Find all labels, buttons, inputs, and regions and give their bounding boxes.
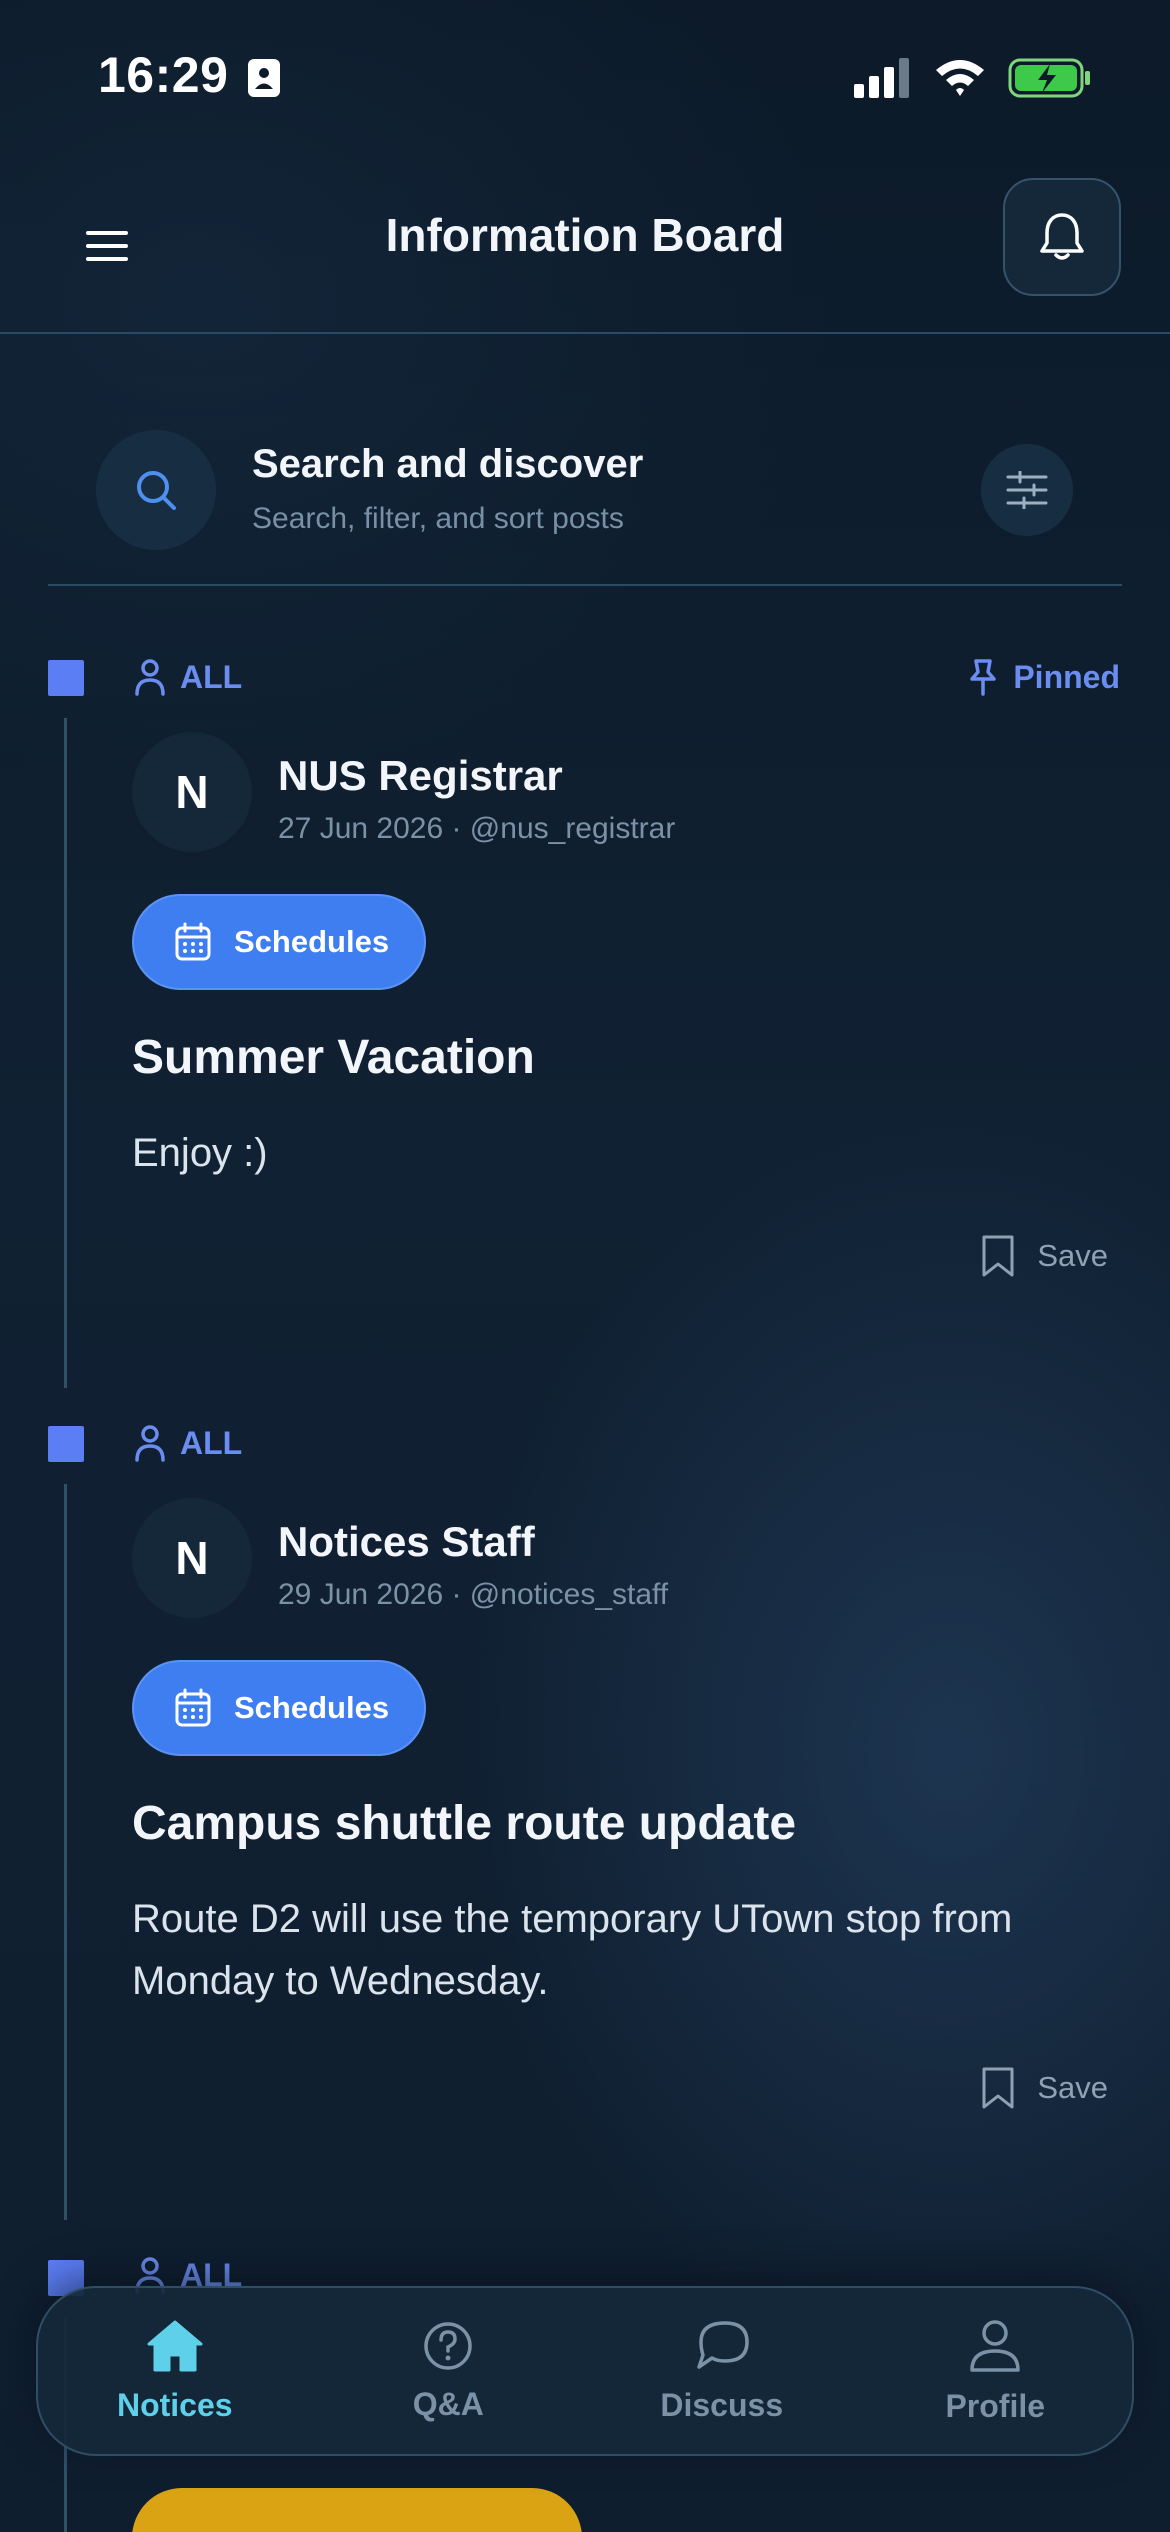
app-header: Information Board	[0, 150, 1170, 334]
category-tag-label: Schedules	[234, 1690, 390, 1725]
audience-label: ALL	[134, 658, 242, 696]
bell-icon	[1040, 213, 1084, 260]
search-button[interactable]	[96, 430, 216, 550]
sliders-icon	[1006, 471, 1048, 509]
pin-icon	[970, 659, 997, 696]
nav-qa-label: Q&A	[412, 2385, 484, 2422]
nav-qa[interactable]: Q&A	[312, 2288, 586, 2454]
nav-notices[interactable]: Notices	[38, 2288, 312, 2454]
bottom-nav: Notices Q&A Discuss Profile	[36, 2286, 1134, 2456]
timeline-marker	[48, 660, 84, 696]
author-name[interactable]: NUS Registrar	[278, 752, 563, 800]
timeline-line	[64, 1484, 67, 2220]
wifi-icon	[936, 60, 984, 96]
audience-text: ALL	[180, 658, 243, 695]
audience-text: ALL	[180, 1424, 243, 1461]
timeline-marker	[48, 1426, 84, 1462]
post-title[interactable]: Campus shuttle route update	[132, 1796, 796, 1851]
nav-discuss[interactable]: Discuss	[585, 2288, 859, 2454]
category-tag[interactable]: Schedules	[132, 1660, 426, 1756]
question-icon	[424, 2321, 472, 2370]
status-bar: 16:29	[0, 0, 1170, 150]
pinned-badge: Pinned	[967, 658, 1120, 696]
pinned-text: Pinned	[1013, 658, 1120, 695]
bookmark-icon	[982, 2067, 1014, 2109]
avatar[interactable]: N	[132, 732, 252, 852]
person-icon	[135, 1425, 165, 1462]
search-subtitle: Search, filter, and sort posts	[252, 502, 624, 535]
post-body: Enjoy :)	[132, 1131, 268, 1175]
post-title[interactable]: Summer Vacation	[132, 1030, 535, 1085]
save-button[interactable]: Save	[981, 2066, 1108, 2110]
page-title: Information Board	[385, 209, 785, 261]
save-label: Save	[1037, 2070, 1108, 2105]
calendar-icon	[175, 1688, 211, 1727]
nav-notices-label: Notices	[116, 2386, 233, 2423]
person-icon	[970, 2319, 1020, 2372]
home-icon	[147, 2320, 203, 2371]
category-tag[interactable]	[132, 2488, 582, 2532]
post-meta: 29 Jun 2026 · @notices_staff	[278, 1578, 669, 1611]
signal-icon	[854, 58, 909, 98]
search-icon	[137, 471, 176, 510]
search-card[interactable]: Search and discover Search, filter, and …	[48, 400, 1122, 586]
post-meta: 27 Jun 2026 · @nus_registrar	[278, 812, 676, 845]
notifications-button[interactable]	[1003, 178, 1121, 296]
contact-card-icon	[248, 59, 280, 97]
category-tag[interactable]: Schedules	[132, 894, 426, 990]
calendar-icon	[175, 922, 211, 961]
nav-profile[interactable]: Profile	[859, 2288, 1133, 2454]
save-button[interactable]: Save	[981, 1234, 1108, 1278]
nav-discuss-label: Discuss	[660, 2386, 784, 2423]
app-screen: 16:29 Information Board Search and disco…	[0, 0, 1170, 2532]
category-tag-label: Schedules	[234, 924, 390, 959]
bookmark-icon	[982, 1235, 1014, 1277]
post-body: Route D2 will use the temporary UTown st…	[132, 1897, 1013, 2003]
timeline-line	[64, 718, 67, 1388]
author-name[interactable]: Notices Staff	[278, 1518, 535, 1566]
save-label: Save	[1037, 1238, 1108, 1273]
nav-profile-label: Profile	[945, 2387, 1046, 2424]
battery-charging-icon	[1008, 58, 1090, 98]
search-title: Search and discover	[252, 442, 644, 486]
filter-button[interactable]	[981, 444, 1073, 536]
avatar[interactable]: N	[132, 1498, 252, 1618]
chat-bubble-icon	[697, 2320, 749, 2369]
audience-label: ALL	[134, 1424, 242, 1462]
status-time: 16:29	[98, 47, 229, 103]
person-icon	[135, 659, 165, 696]
